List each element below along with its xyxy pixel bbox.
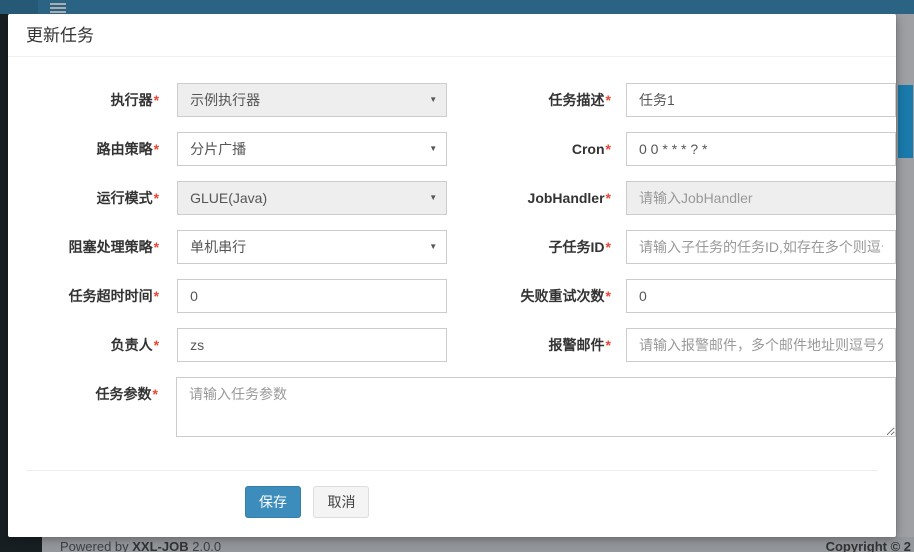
job-desc-label: 任务描述* bbox=[447, 83, 611, 117]
form-row-executor-desc: 执行器* 示例执行器 ▼ 任务描述* bbox=[26, 83, 896, 117]
cron-label: Cron* bbox=[447, 132, 611, 166]
dialog-actions: 保存 取消 bbox=[245, 486, 896, 518]
cron-input[interactable] bbox=[626, 132, 896, 166]
alarm-email-input[interactable] bbox=[626, 328, 896, 362]
update-job-form: 执行器* 示例执行器 ▼ 任务描述* 路由策略* 分片广播 bbox=[8, 57, 896, 518]
form-row-job-param: 任务参数* bbox=[26, 377, 896, 442]
route-strategy-label: 路由策略* bbox=[26, 132, 159, 166]
chevron-down-icon: ▼ bbox=[429, 182, 437, 214]
hamburger-icon[interactable] bbox=[50, 3, 66, 17]
child-jobid-label: 子任务ID* bbox=[447, 230, 611, 264]
save-button[interactable]: 保存 bbox=[245, 486, 301, 518]
child-jobid-input[interactable] bbox=[626, 230, 896, 264]
dialog-title: 更新任务 bbox=[8, 14, 896, 57]
route-strategy-select[interactable]: 分片广播 ▼ bbox=[177, 132, 447, 166]
job-desc-input[interactable] bbox=[626, 83, 896, 117]
cancel-button[interactable]: 取消 bbox=[313, 486, 369, 518]
job-param-textarea[interactable] bbox=[176, 377, 896, 437]
alarm-email-label: 报警邮件* bbox=[447, 328, 611, 362]
divider bbox=[26, 470, 878, 471]
job-param-label: 任务参数* bbox=[26, 377, 158, 442]
jobhandler-label: JobHandler* bbox=[447, 181, 611, 215]
author-label: 负责人* bbox=[26, 328, 159, 362]
executor-select[interactable]: 示例执行器 ▼ bbox=[177, 83, 447, 117]
glue-type-label: 运行模式* bbox=[26, 181, 159, 215]
author-input[interactable] bbox=[177, 328, 447, 362]
brand-name: XXL-JOB bbox=[132, 539, 188, 552]
chevron-down-icon: ▼ bbox=[429, 231, 437, 263]
viewport: Powered by XXL-JOB 2.0.0 Copyright © 2 更… bbox=[0, 0, 914, 552]
timeout-input[interactable] bbox=[177, 279, 447, 313]
powered-by-text: Powered by XXL-JOB 2.0.0 bbox=[60, 539, 221, 552]
chevron-down-icon: ▼ bbox=[429, 133, 437, 165]
fail-retry-label: 失败重试次数* bbox=[447, 279, 611, 313]
jobhandler-input[interactable] bbox=[626, 181, 896, 215]
scrollbar-thumb[interactable] bbox=[898, 85, 913, 158]
chevron-down-icon: ▼ bbox=[429, 84, 437, 116]
timeout-label: 任务超时时间* bbox=[26, 279, 159, 313]
block-strategy-select[interactable]: 单机串行 ▼ bbox=[177, 230, 447, 264]
glue-type-select[interactable]: GLUE(Java) ▼ bbox=[177, 181, 447, 215]
logo-zone bbox=[0, 0, 38, 14]
page-footer: Powered by XXL-JOB 2.0.0 Copyright © 2 bbox=[42, 537, 914, 552]
top-navbar bbox=[0, 0, 914, 14]
form-row-route-cron: 路由策略* 分片广播 ▼ Cron* bbox=[26, 132, 896, 166]
form-row-gluetype-jobhandler: 运行模式* GLUE(Java) ▼ JobHandler* bbox=[26, 181, 896, 215]
form-row-author-email: 负责人* 报警邮件* bbox=[26, 328, 896, 362]
copyright-text: Copyright © 2 bbox=[826, 539, 911, 552]
update-job-dialog: 更新任务 执行器* 示例执行器 ▼ 任务描述* 路由策略* bbox=[8, 14, 896, 537]
form-row-timeout-retry: 任务超时时间* 失败重试次数* bbox=[26, 279, 896, 313]
vertical-scrollbar[interactable] bbox=[897, 14, 914, 552]
executor-label: 执行器* bbox=[26, 83, 159, 117]
block-strategy-label: 阻塞处理策略* bbox=[26, 230, 159, 264]
fail-retry-input[interactable] bbox=[626, 279, 896, 313]
form-row-block-childjob: 阻塞处理策略* 单机串行 ▼ 子任务ID* bbox=[26, 230, 896, 264]
